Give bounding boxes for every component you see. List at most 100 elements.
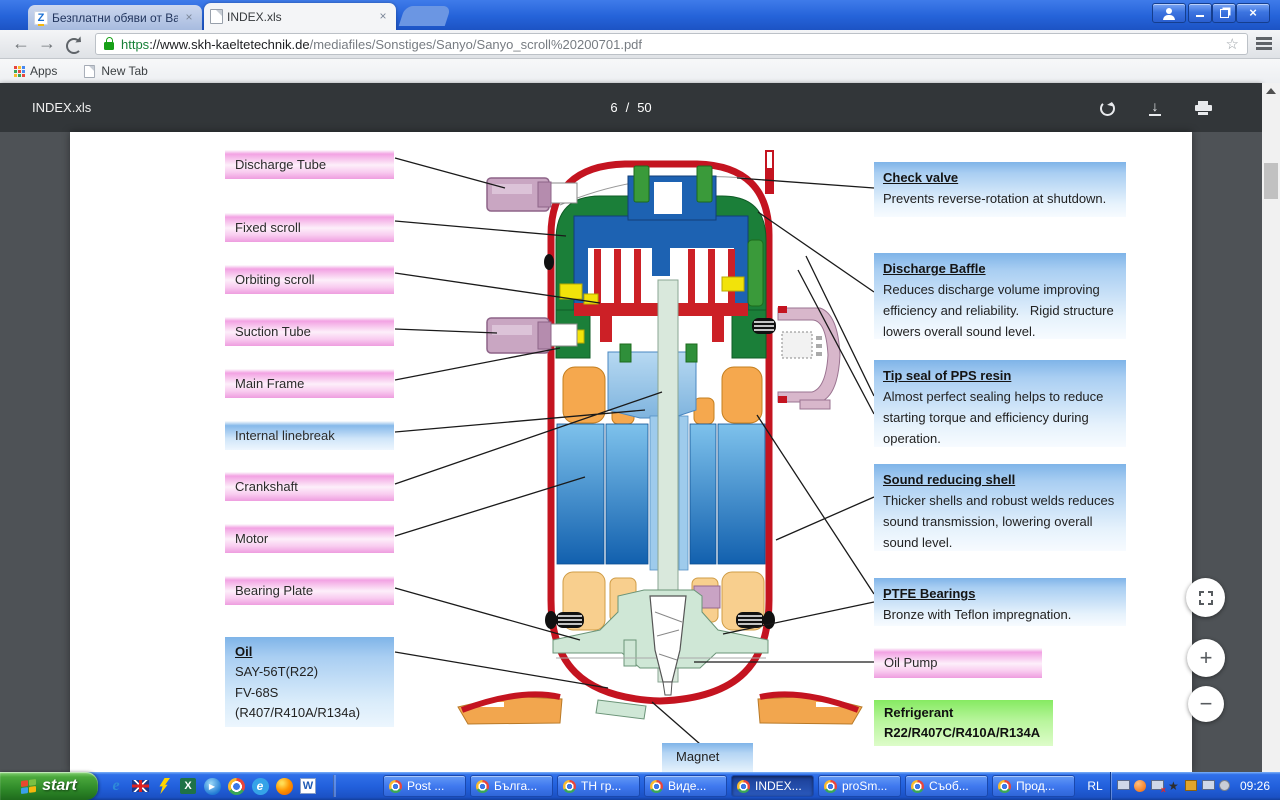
scrollbar-thumb[interactable] (1264, 163, 1278, 199)
refrigerant-title: Refrigerant (884, 703, 1053, 723)
url-protocol: https (121, 37, 149, 52)
download-icon: ↓ (1149, 101, 1161, 116)
taskbar-window-soob[interactable]: Съоб... (905, 775, 988, 797)
label-oil-pump: Oil Pump (874, 648, 1042, 678)
media-player-icon[interactable]: ▶ (202, 776, 222, 796)
label-discharge-tube: Discharge Tube (225, 150, 394, 179)
tab-close-icon[interactable]: × (182, 11, 196, 25)
chrome-icon (998, 780, 1011, 793)
document-favicon-icon (210, 9, 223, 24)
callout-body: Bronze with Teflon impregnation. (883, 604, 1117, 625)
back-button[interactable]: ← (12, 33, 30, 54)
apps-shortcut[interactable]: Apps (0, 64, 57, 78)
address-bar[interactable]: https://www.skh-kaeltetechnik.de/mediafi… (95, 33, 1248, 55)
system-tray: × ★ 09:26 (1110, 772, 1280, 800)
total-pages: 50 (637, 100, 651, 115)
taskbar: start e X ▶ e W Post ... Бълга... ТН гр.… (0, 772, 1280, 800)
taskbar-window-prosm[interactable]: proSm... (818, 775, 901, 797)
url-path: /mediafiles/Sonstiges/Sanyo/Sanyo_scroll… (310, 37, 642, 52)
print-icon (1195, 101, 1212, 115)
network-signal-icon[interactable] (1117, 780, 1130, 793)
print-button[interactable] (1189, 97, 1217, 119)
language-indicator[interactable]: RL (1080, 772, 1110, 800)
taskbar-window-tn[interactable]: ТН гр... (557, 775, 640, 797)
reload-button[interactable] (66, 38, 82, 54)
url-text: https://www.skh-kaeltetechnik.de/mediafi… (121, 37, 1220, 52)
callout-body: Almost perfect sealing helps to reduce s… (883, 386, 1117, 449)
bookmarks-bar: Apps New Tab (0, 59, 1280, 83)
callout-tip-seal: Tip seal of PPS resin Almost perfect sea… (874, 360, 1126, 447)
display-icon[interactable] (1202, 780, 1215, 793)
url-host: ://www.skh-kaeltetechnik.de (149, 37, 309, 52)
label-magnet: Magnet (662, 743, 753, 772)
maximize-button[interactable] (1212, 3, 1236, 23)
uk-flag-icon[interactable] (130, 776, 150, 796)
internet-explorer-alt-icon[interactable]: e (250, 776, 270, 796)
label-internal-linebreak: Internal linebreak (225, 421, 394, 450)
window-title: Съоб... (929, 779, 969, 793)
forward-button[interactable]: → (38, 33, 56, 54)
rotate-button[interactable] (1093, 97, 1121, 119)
windows-flag-icon (21, 778, 36, 793)
tab-close-icon[interactable]: × (376, 10, 390, 24)
new-tab-bookmark[interactable]: New Tab (83, 64, 147, 79)
tab-bazar[interactable]: Z Безплатни обяви от Bazar.l × (28, 5, 202, 30)
taskbar-window-index-active[interactable]: INDEX... (731, 775, 814, 797)
callout-body: Thicker shells and robust welds reduces … (883, 490, 1117, 553)
taskbar-window-video[interactable]: Виде... (644, 775, 727, 797)
tab-index-xls[interactable]: INDEX.xls × (204, 3, 396, 30)
tab-title: INDEX.xls (227, 10, 372, 24)
bookmark-star-icon[interactable]: ☆ (1226, 35, 1239, 53)
minimize-button[interactable] (1188, 3, 1212, 23)
start-label: start (42, 777, 77, 795)
scroll-up-icon[interactable] (1266, 88, 1276, 94)
https-lock-icon[interactable] (104, 42, 114, 50)
close-button[interactable]: × (1236, 3, 1270, 23)
star-icon[interactable]: ★ (1168, 780, 1181, 793)
zoom-out-button[interactable]: − (1188, 686, 1224, 722)
taskbar-window-post[interactable]: Post ... (383, 775, 466, 797)
browser-titlebar: Z Безплатни обяви от Bazar.l × INDEX.xls… (0, 0, 1280, 30)
label-bearing-plate: Bearing Plate (225, 576, 394, 605)
volume-icon[interactable] (1219, 780, 1232, 793)
internet-explorer-icon[interactable]: e (106, 776, 126, 796)
excel-icon[interactable]: X (178, 776, 198, 796)
chrome-icon (563, 780, 576, 793)
apps-label: Apps (30, 64, 57, 78)
fit-page-icon (1197, 589, 1215, 607)
firefox-icon[interactable] (274, 776, 294, 796)
network-error-icon[interactable]: × (1151, 780, 1164, 793)
tab-title: Безплатни обяви от Bazar.l (52, 11, 178, 25)
oil-line-2: FV-68S (235, 683, 394, 704)
profile-button[interactable] (1152, 3, 1186, 23)
callout-heading: Discharge Baffle (883, 259, 1117, 279)
callout-heading: Oil (235, 642, 394, 662)
antivirus-icon[interactable] (1134, 780, 1147, 793)
window-title: Бълга... (494, 779, 537, 793)
start-button[interactable]: start (0, 772, 98, 800)
window-title: Post ... (407, 779, 444, 793)
callout-oil: Oil SAY-56T(R22) FV-68S (R407/R410A/R134… (225, 637, 394, 727)
download-button[interactable]: ↓ (1141, 97, 1169, 119)
word-icon[interactable]: W (298, 776, 318, 796)
clock[interactable]: 09:26 (1240, 779, 1270, 793)
lightning-icon[interactable] (154, 776, 174, 796)
callout-check-valve: Check valve Prevents reverse-rotation at… (874, 162, 1126, 217)
taskbar-window-prod[interactable]: Прод... (992, 775, 1075, 797)
chrome-icon[interactable] (226, 776, 246, 796)
zoom-in-button[interactable]: + (1187, 639, 1225, 677)
chrome-menu-icon[interactable] (1256, 37, 1272, 52)
label-main-frame: Main Frame (225, 369, 394, 398)
callout-body: Reduces discharge volume improving effic… (883, 279, 1117, 342)
fit-to-page-button[interactable] (1186, 578, 1225, 617)
pdf-toolbar: INDEX.xls 6/50 ↓ (0, 83, 1262, 132)
current-page[interactable]: 6 (610, 100, 617, 115)
new-tab-button[interactable] (399, 6, 451, 26)
apps-grid-icon (14, 66, 25, 77)
image-viewer-icon[interactable] (1185, 780, 1198, 793)
pdf-page-indicator: 6/50 (606, 83, 655, 132)
pdf-scrollbar[interactable] (1262, 83, 1280, 772)
callout-heading: Sound reducing shell (883, 470, 1117, 490)
refrigerant-types: R22/R407C/R410A/R134A (884, 723, 1053, 743)
taskbar-window-bulgaria[interactable]: Бълга... (470, 775, 553, 797)
